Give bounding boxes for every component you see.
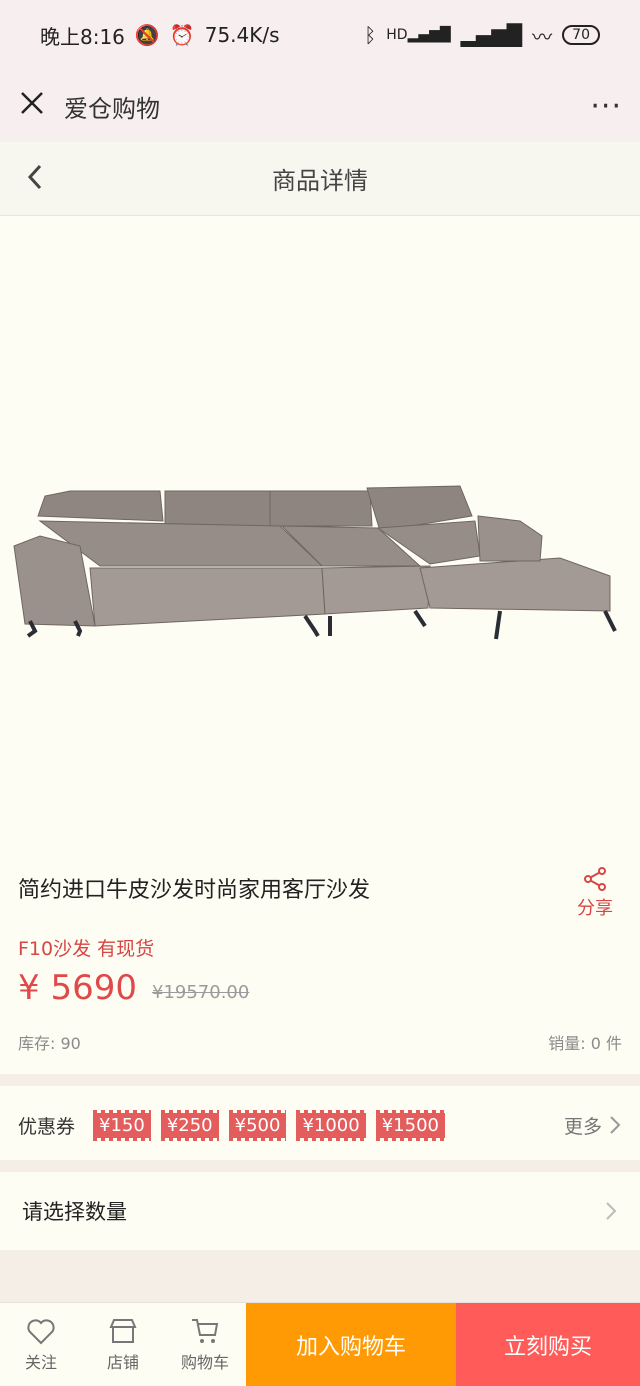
section-divider	[0, 1160, 640, 1172]
follow-label: 关注	[24, 1352, 57, 1372]
bottom-action-bar: 关注 店铺 购物车 加入购物车 立刻购买	[0, 1302, 640, 1386]
battery-indicator: 70	[562, 25, 600, 45]
back-icon[interactable]	[20, 160, 54, 194]
hd-signal-icon: HD▂▄▆█	[386, 27, 451, 43]
app-title-bar: 爱仓购物 ···	[0, 70, 640, 142]
store-button[interactable]: 店铺	[82, 1303, 164, 1386]
store-icon	[109, 1318, 137, 1343]
section-divider	[0, 1074, 640, 1086]
coupon-row[interactable]: 优惠券 ¥150 ¥250 ¥500 ¥1000 ¥1500 更多	[0, 1092, 640, 1158]
share-label: 分享	[577, 898, 613, 919]
time-text: 晚上8:16	[40, 24, 125, 49]
page-title: 商品详情	[272, 167, 368, 195]
alarm-icon: ⏰	[169, 23, 195, 47]
more-label: 更多	[563, 1115, 602, 1138]
share-icon	[584, 867, 606, 891]
close-icon[interactable]	[18, 89, 46, 123]
cart-button[interactable]: 购物车	[164, 1303, 246, 1386]
more-icon[interactable]: ···	[590, 89, 622, 124]
buy-now-button[interactable]: 立刻购买	[456, 1303, 640, 1386]
page-header: 商品详情	[0, 142, 640, 216]
bell-off-icon: 🔕	[134, 23, 160, 47]
app-title: 爱仓购物	[64, 94, 160, 123]
heart-icon	[27, 1318, 55, 1344]
quantity-selector[interactable]: 请选择数量	[0, 1172, 640, 1250]
status-bar: 晚上8:16 🔕 ⏰ 75.4K/s ᛒ HD▂▄▆█ ▂▄▆█ 〰 70	[0, 0, 640, 70]
quantity-label: 请选择数量	[22, 1200, 127, 1224]
original-price: ¥19570.00	[152, 982, 250, 1003]
follow-button[interactable]: 关注	[0, 1303, 82, 1386]
stock-text: 库存: 90	[18, 1034, 81, 1053]
coupon-1500[interactable]: ¥1500	[375, 1109, 446, 1141]
chevron-right-icon	[610, 1116, 621, 1134]
bluetooth-icon: ᛒ	[364, 23, 377, 47]
product-subtitle: F10沙发 有现货	[18, 938, 155, 960]
coupon-label: 优惠券	[18, 1115, 76, 1138]
product-price: ¥ 5690	[18, 968, 137, 1008]
more-coupons-link[interactable]: 更多	[564, 1112, 622, 1139]
store-label: 店铺	[106, 1352, 139, 1372]
section-divider	[0, 1250, 640, 1302]
cart-label: 购物车	[180, 1352, 229, 1372]
add-to-cart-button[interactable]: 加入购物车	[246, 1303, 456, 1386]
chevron-right-icon	[606, 1202, 617, 1220]
product-title: 简约进口牛皮沙发时尚家用客厅沙发	[18, 878, 371, 903]
wifi-icon: 〰	[532, 24, 553, 49]
sales-text: 销量: 0 件	[548, 1034, 622, 1053]
product-image	[0, 216, 640, 856]
signal-icon: ▂▄▆█	[460, 23, 523, 47]
coupon-1000[interactable]: ¥1000	[296, 1109, 366, 1141]
cart-icon	[192, 1318, 219, 1343]
coupon-250[interactable]: ¥250	[160, 1109, 219, 1141]
coupon-150[interactable]: ¥150	[93, 1109, 151, 1141]
speed-text: 75.4K/s	[204, 23, 280, 47]
share-button[interactable]: 分享	[570, 866, 620, 920]
coupon-500[interactable]: ¥500	[228, 1109, 287, 1141]
